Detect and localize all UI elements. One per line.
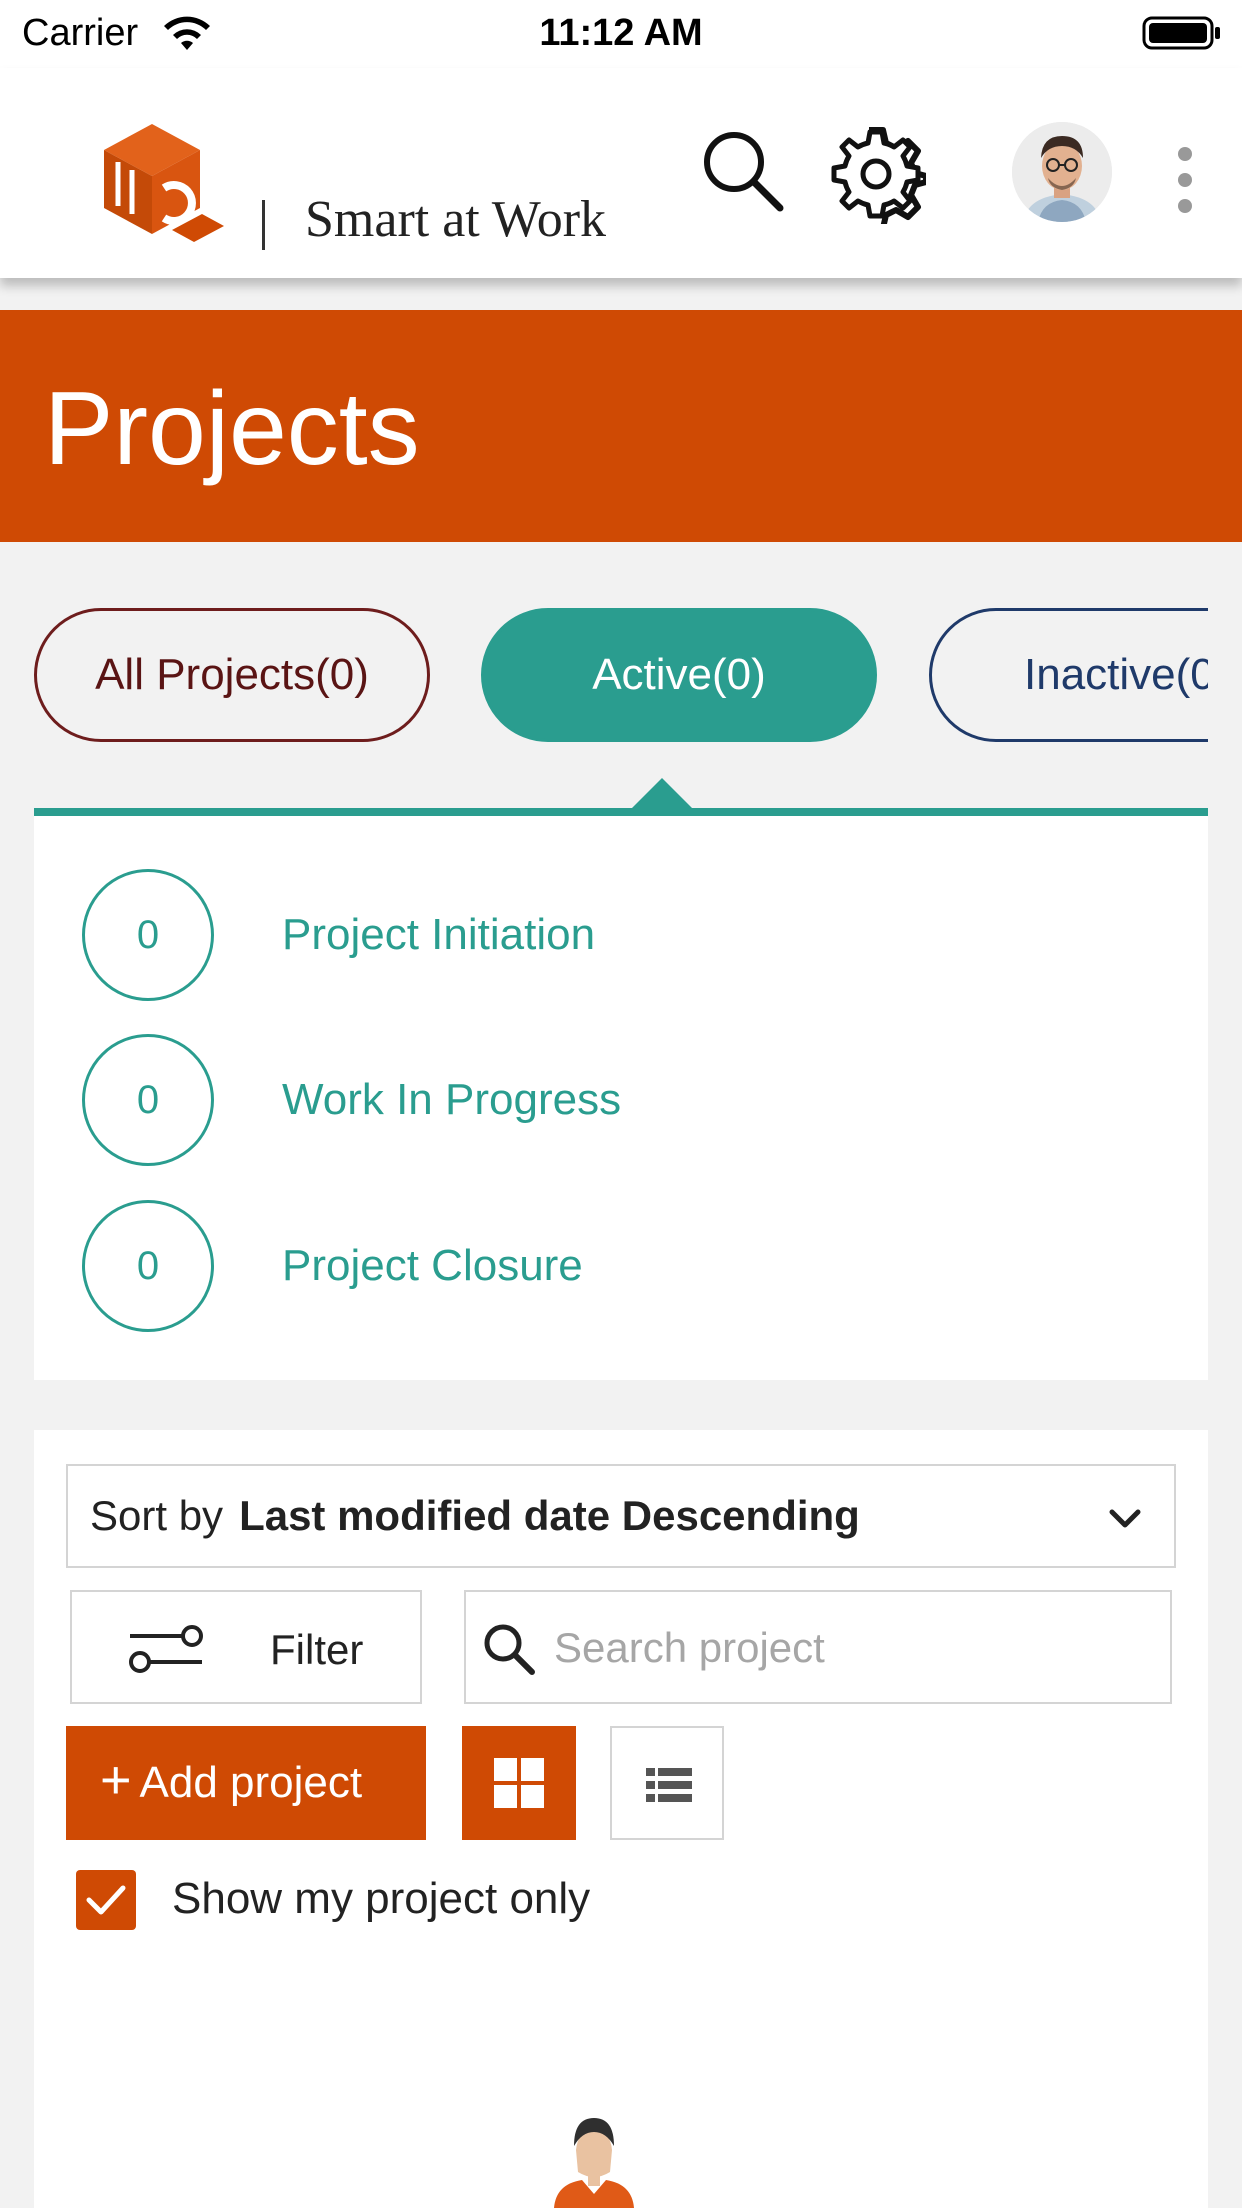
filter-label: Filter: [270, 1626, 364, 1673]
status-bar: Carrier 11:12 AM: [0, 0, 1242, 68]
status-item-project-closure[interactable]: 0 Project Closure: [82, 1199, 1082, 1333]
user-photo: [1012, 122, 1112, 222]
status-label: Project Initiation: [282, 910, 596, 959]
logo-divider: [262, 200, 265, 250]
add-project-button[interactable]: + Add project: [66, 1726, 426, 1840]
show-my-projects-label: Show my project only: [172, 1874, 591, 1923]
page-title: Projects: [44, 371, 420, 487]
sort-prefix: Sort by: [90, 1492, 224, 1539]
status-label: Work In Progress: [282, 1075, 622, 1124]
app-header: Smart at Work: [0, 68, 1242, 278]
logo-icon: [104, 124, 224, 242]
project-tabs[interactable]: All Projects(0) Active(0) Inactive(0): [34, 608, 1208, 742]
grid-view-button[interactable]: [462, 1726, 576, 1840]
tab-pointer: [632, 778, 692, 808]
add-project-label: Add project: [139, 1758, 363, 1807]
filter-button[interactable]: Filter: [70, 1590, 422, 1704]
page-banner: Projects: [0, 310, 1242, 542]
grid-view-icon: [494, 1758, 544, 1808]
search-icon: [484, 1624, 535, 1675]
tab-all-projects[interactable]: All Projects(0): [34, 608, 430, 742]
sort-select[interactable]: Sort by Last modified date Descending: [66, 1464, 1176, 1568]
show-my-projects-checkbox[interactable]: [76, 1870, 136, 1930]
status-item-work-in-progress[interactable]: 0 Work In Progress: [82, 1033, 1082, 1167]
checkmark-icon: [86, 1885, 126, 1915]
avatar[interactable]: [1012, 122, 1112, 222]
list-view-button[interactable]: [610, 1726, 724, 1840]
clock-time: 11:12 AM: [539, 12, 703, 54]
list-view-icon: [646, 1768, 692, 1802]
brand-name: Smart at Work: [305, 191, 607, 248]
status-item-project-initiation[interactable]: 0 Project Initiation: [82, 868, 1082, 1002]
tab-active[interactable]: Active(0): [481, 608, 877, 742]
status-panel: 0 Project Initiation 0 Work In Progress …: [34, 808, 1208, 1380]
status-count: 0: [82, 1034, 214, 1166]
sort-value: Last modified date Descending: [239, 1492, 860, 1539]
search-input[interactable]: [554, 1610, 1154, 1686]
search-icon[interactable]: [700, 128, 786, 214]
status-label: Project Closure: [282, 1241, 583, 1290]
empty-state-person-illustration: [554, 2118, 634, 2208]
plus-icon: +: [100, 1750, 132, 1810]
more-vertical-icon[interactable]: [1170, 144, 1200, 216]
chevron-down-icon: [1109, 1509, 1141, 1528]
gear-icon[interactable]: [826, 124, 926, 224]
controls-panel: Sort by Last modified date Descending Fi…: [34, 1430, 1208, 2208]
tab-inactive[interactable]: Inactive(0): [929, 608, 1208, 742]
battery-icon: [1142, 16, 1220, 50]
filter-sliders-icon: [129, 1625, 203, 1673]
status-count: 0: [82, 869, 214, 1001]
search-box[interactable]: [464, 1590, 1172, 1704]
status-count: 0: [82, 1200, 214, 1332]
